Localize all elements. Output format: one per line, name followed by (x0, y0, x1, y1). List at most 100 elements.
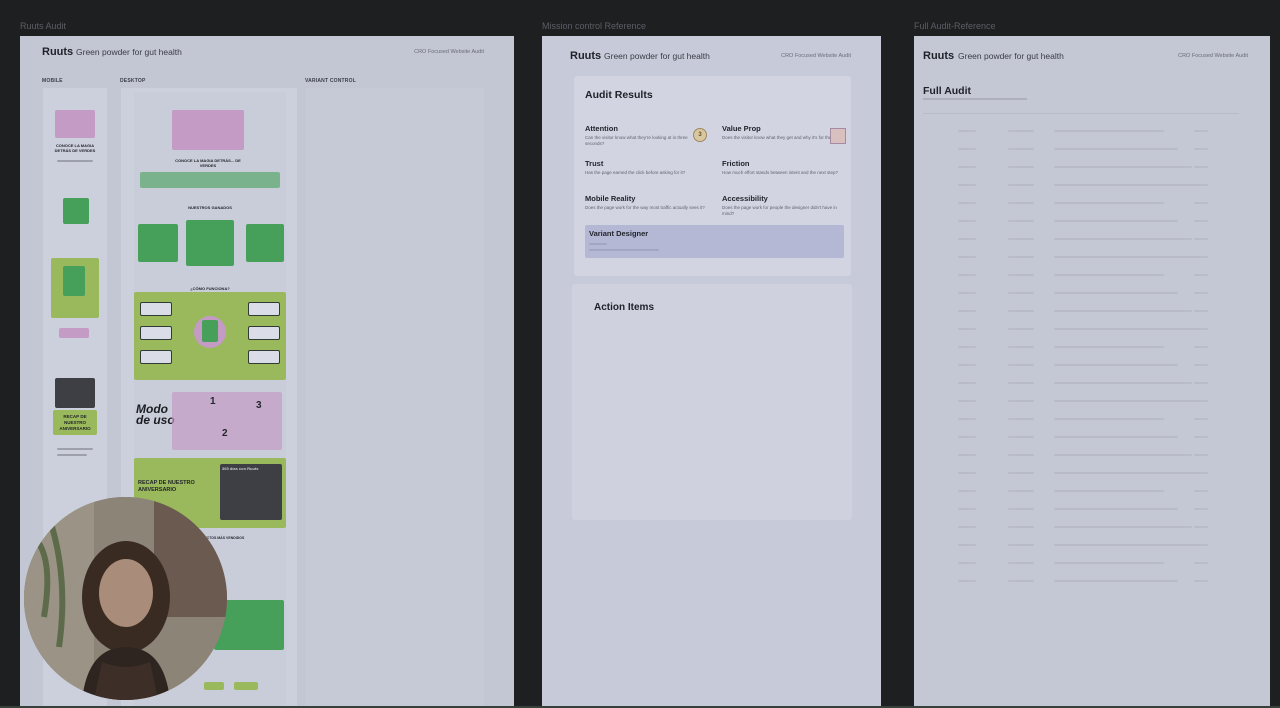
row-cell-text (1008, 490, 1034, 492)
audit-table-row (914, 162, 1270, 178)
audit-table-row (914, 360, 1270, 376)
text-line (589, 243, 607, 245)
row-cell-text (1008, 562, 1034, 564)
row-cell-text (1008, 256, 1034, 258)
row-cell-text (1194, 364, 1208, 366)
row-cell-text (1054, 256, 1206, 258)
product-card-3 (246, 224, 284, 262)
row-cell-text (1194, 220, 1208, 222)
row-cell-text (1008, 130, 1034, 132)
row-cell-text (1194, 238, 1208, 240)
mobile-hero-image (55, 110, 95, 138)
feature-box (248, 302, 280, 316)
brand-logo: Ruuts (570, 50, 602, 62)
audit-table-row (914, 522, 1270, 538)
row-cell-text (1054, 418, 1164, 420)
center-product-jar (202, 320, 218, 342)
feature-box (140, 326, 172, 340)
row-cell-text (1008, 166, 1034, 168)
text-line (57, 448, 93, 450)
row-cell-text (1008, 202, 1034, 204)
audit-table-row (914, 126, 1270, 142)
frame-label-audit[interactable]: Ruuts Audit (20, 21, 66, 31)
row-cell-text (1054, 166, 1192, 168)
row-cell-text (1194, 148, 1208, 150)
row-cell-text (1008, 418, 1034, 420)
value-prop-score-indicator (830, 128, 846, 144)
brand-tagline: Green powder for gut health (76, 47, 182, 57)
row-cell-text (1008, 364, 1034, 366)
footer-button[interactable] (204, 682, 224, 690)
mission-control-frame[interactable]: Ruuts Green powder for gut health CRO Fo… (542, 36, 881, 708)
audit-table-row (914, 504, 1270, 520)
metric-value-prop[interactable]: Value Prop Does the visitor know what th… (722, 124, 842, 141)
row-cell-text (1008, 526, 1034, 528)
metric-title: Friction (722, 159, 750, 168)
audit-table-row (914, 252, 1270, 268)
frame-subtitle: CRO Focused Website Audit (781, 53, 851, 59)
audit-table-row (914, 180, 1270, 196)
step-1: 1 (210, 396, 216, 407)
product-card-2 (186, 220, 234, 266)
feature-box (248, 326, 280, 340)
row-cell-text (958, 202, 976, 204)
row-cell-text (958, 418, 976, 420)
row-cell-text (1054, 220, 1178, 222)
metric-attention[interactable]: Attention Can the visitor know what they… (585, 124, 705, 147)
row-cell-text (1194, 436, 1208, 438)
metric-friction[interactable]: Friction How much effort stands between … (722, 159, 842, 176)
row-cell-text (1194, 382, 1208, 384)
audit-table-row (914, 432, 1270, 448)
row-cell-text (1054, 346, 1164, 348)
frame-subtitle: CRO Focused Website Audit (414, 49, 484, 55)
full-audit-frame[interactable]: Ruuts Green powder for gut health CRO Fo… (914, 36, 1270, 708)
mobile-product-jar (63, 266, 85, 296)
anniversary-badge: 365 días con Ruuts (222, 466, 259, 471)
row-cell-text (1194, 418, 1208, 420)
row-cell-text (1008, 328, 1034, 330)
metric-trust[interactable]: Trust Has the page earned the click befo… (585, 159, 705, 176)
row-cell-text (958, 562, 976, 564)
brand-tagline: Green powder for gut health (958, 51, 1064, 61)
metric-description: Does the visitor know what they get and … (722, 135, 838, 140)
row-cell-text (958, 238, 976, 240)
metric-accessibility[interactable]: Accessibility Does the page work for peo… (722, 194, 842, 217)
attention-score-badge: 3 (693, 128, 707, 142)
audit-table-row (914, 234, 1270, 250)
webcam-overlay (24, 497, 227, 700)
row-cell-text (1194, 184, 1208, 186)
row-cell-text (958, 490, 976, 492)
row-cell-text (1194, 202, 1208, 204)
variant-control-area[interactable] (306, 88, 484, 708)
modo-de-uso-title: Modo de uso (136, 402, 175, 427)
row-cell-text (1194, 508, 1208, 510)
row-cell-text (958, 184, 976, 186)
mobile-heading: CONOCE LA MAGIA DETRÁS DE VERDES (54, 143, 96, 153)
mobile-pink-block (59, 328, 89, 338)
audit-table-row (914, 558, 1270, 574)
row-cell-text (1008, 454, 1034, 456)
audit-table-row (914, 144, 1270, 160)
frame-label-full-audit[interactable]: Full Audit-Reference (914, 21, 996, 31)
row-cell-text (958, 274, 976, 276)
row-cell-text (1194, 544, 1208, 546)
audit-table-row (914, 288, 1270, 304)
row-cell-text (1194, 454, 1208, 456)
footer-button[interactable] (234, 682, 258, 690)
mobile-recap-title: RECAP DE NUESTRO ANIVERSARIO (59, 414, 91, 431)
metric-mobile-reality[interactable]: Mobile Reality Does the page work for th… (585, 194, 705, 211)
row-cell-text (1054, 382, 1192, 384)
row-cell-text (1008, 346, 1034, 348)
row-cell-text (958, 436, 976, 438)
row-cell-text (1054, 490, 1164, 492)
column-label-desktop: DESKTOP (120, 78, 146, 84)
frame-header: Ruuts Green powder for gut health CRO Fo… (20, 46, 514, 66)
variant-designer-panel[interactable]: Variant Designer (585, 225, 844, 258)
row-cell-text (958, 166, 976, 168)
row-cell-text (1008, 580, 1034, 582)
row-cell-text (1194, 256, 1208, 258)
frame-label-mission-control[interactable]: Mission control Reference (542, 21, 646, 31)
row-cell-text (958, 364, 976, 366)
step-2: 2 (222, 428, 228, 439)
row-cell-text (958, 580, 976, 582)
